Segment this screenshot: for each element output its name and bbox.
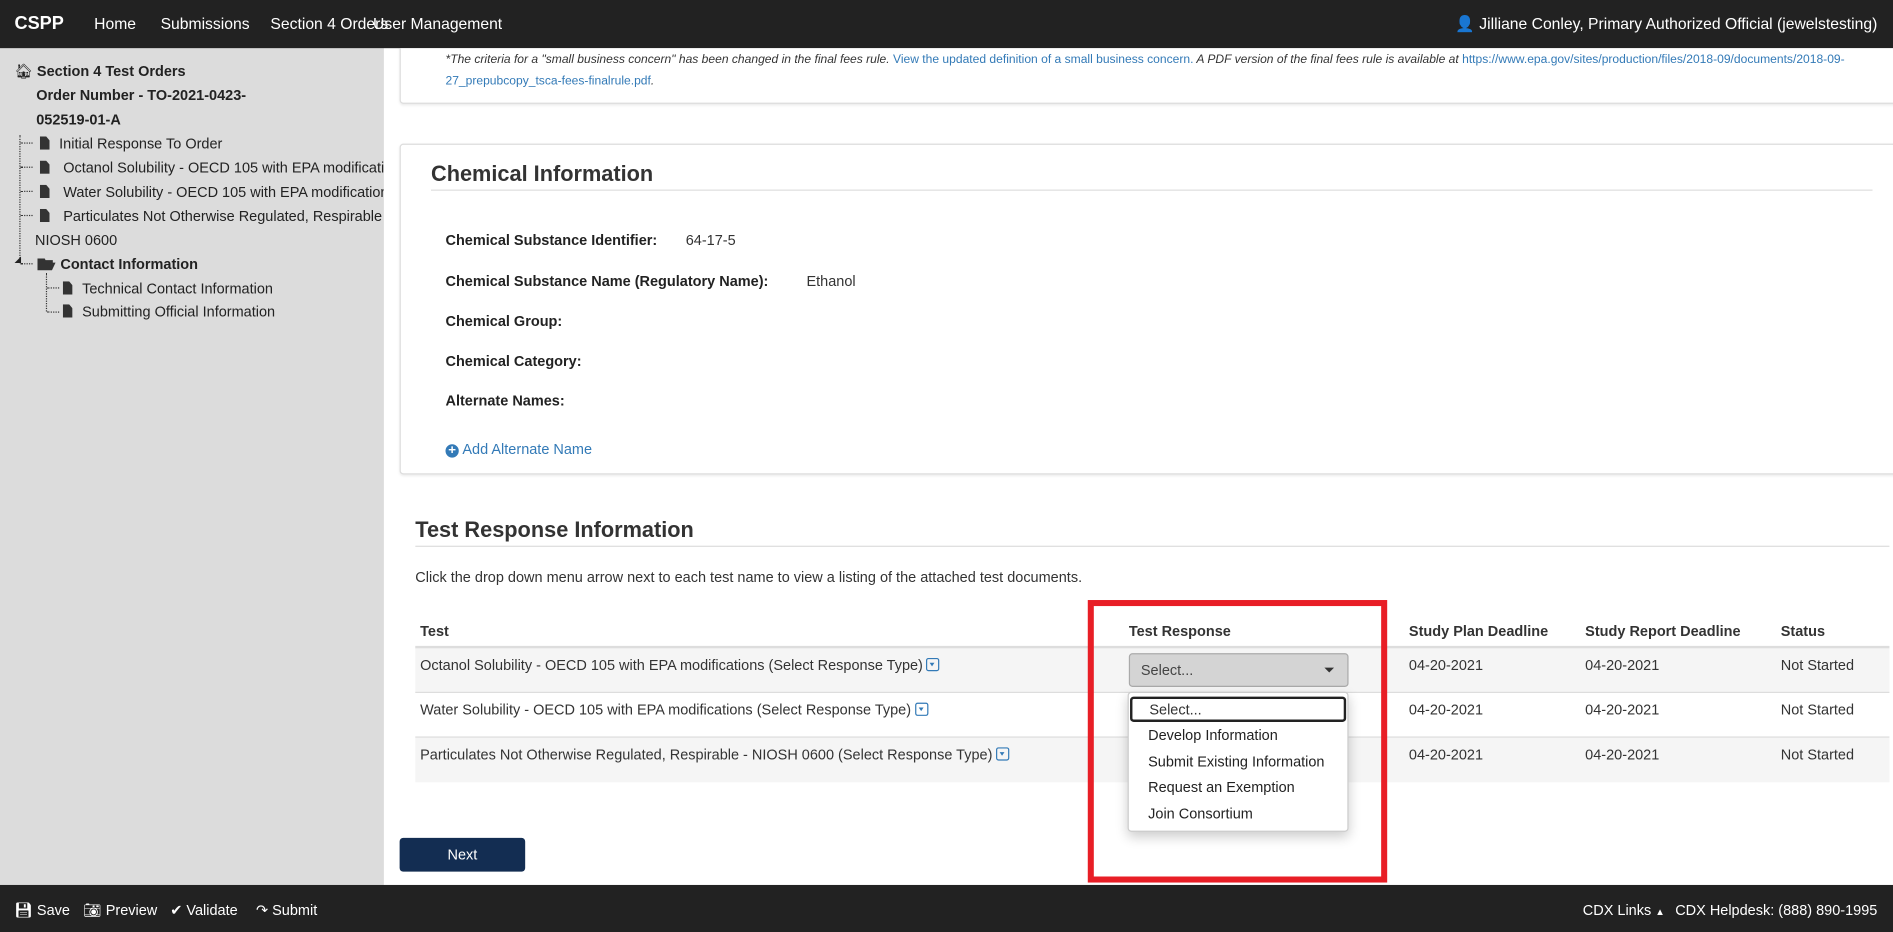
nav-section4-orders[interactable]: Section 4 Orders: [270, 14, 388, 32]
col-study-plan-deadline: Study Plan Deadline: [1408, 622, 1549, 640]
order-number: Order Number - TO-2021-0423-: [36, 86, 247, 104]
fees-notice: *The criteria for a "small business conc…: [445, 53, 1845, 89]
caret-up-icon: ▲: [1655, 906, 1665, 918]
report-deadline: 04-20-2021: [1585, 701, 1660, 719]
test-name[interactable]: Water Solubility - OECD 105 with EPA mod…: [420, 701, 928, 718]
file-icon: [62, 281, 73, 295]
notice-panel: *The criteria for a "small business conc…: [399, 48, 1893, 104]
tree-folder-contact[interactable]: Contact Information: [37, 256, 198, 273]
tree-item-particulates-cont[interactable]: NIOSH 0600: [35, 232, 117, 249]
col-test: Test: [420, 622, 449, 640]
order-number-cont: 052519-01-A: [36, 111, 121, 128]
brand-logo[interactable]: CSPP: [14, 13, 63, 34]
check-icon: ✔: [170, 901, 183, 919]
test-name[interactable]: Particulates Not Otherwise Regulated, Re…: [420, 746, 1010, 763]
tree-line: [19, 135, 21, 264]
tree-item-particulates[interactable]: Particulates Not Otherwise Regulated, Re…: [39, 208, 391, 225]
share-icon: ↷: [255, 901, 269, 919]
status: Not Started: [1780, 701, 1855, 719]
add-alternate-name-link[interactable]: + Add Alternate Name: [445, 441, 592, 458]
save-button[interactable]: 💾︎ Save: [14, 902, 69, 919]
tree-item-water[interactable]: Water Solubility - OECD 105 with EPA mod…: [39, 184, 396, 200]
cdx-links-menu[interactable]: CDX Links ▲: [1583, 902, 1665, 919]
plus-circle-icon: +: [445, 444, 459, 458]
col-status: Status: [1780, 622, 1826, 640]
field-label: Chemical Substance Identifier:: [445, 231, 658, 249]
plan-deadline: 04-20-2021: [1408, 746, 1484, 764]
tree-item-initial-response[interactable]: Initial Response To Order: [39, 135, 223, 152]
preview-button[interactable]: 📷︎ Preview: [83, 902, 157, 919]
file-icon: [39, 160, 50, 174]
field-label: Alternate Names:: [445, 392, 565, 410]
camera-icon: 📷︎: [83, 901, 102, 919]
file-icon: [39, 184, 50, 198]
file-icon: [62, 304, 73, 318]
field-label: Chemical Group:: [445, 312, 563, 330]
plan-deadline: 04-20-2021: [1408, 701, 1484, 719]
caret-square-down-icon[interactable]: [996, 747, 1010, 761]
footer-toolbar: 💾︎ Save 📷︎ Preview ✔ Validate ↷ Submit C…: [0, 884, 1893, 932]
collapse-toggle-icon[interactable]: ◢: [14, 255, 21, 264]
file-icon: [39, 208, 50, 223]
next-button[interactable]: Next: [399, 837, 526, 872]
test-response-title: Test Response Information: [415, 517, 694, 543]
cdx-helpdesk: CDX Helpdesk: (888) 890-1995: [1675, 901, 1878, 919]
top-nav: CSPP Home Submissions Section 4 Orders U…: [0, 0, 1893, 49]
field-label: Chemical Category:: [445, 352, 582, 370]
tree-root[interactable]: 🏠︎ Section 4 Test Orders: [14, 63, 185, 80]
field-label: Chemical Substance Name (Regulatory Name…: [445, 272, 769, 290]
tree-item-submitting-official[interactable]: Submitting Official Information: [62, 303, 275, 320]
tree-root-label: Section 4 Test Orders: [36, 62, 186, 80]
user-icon: 👤: [1455, 14, 1475, 33]
user-name: Jilliane Conley, Primary Authorized Offi…: [1479, 14, 1878, 33]
status: Not Started: [1780, 746, 1855, 764]
nav-home[interactable]: Home: [94, 14, 136, 32]
caret-square-down-icon[interactable]: [926, 657, 940, 672]
chemical-info-title: Chemical Information: [431, 161, 654, 186]
nav-submissions[interactable]: Submissions: [161, 14, 250, 32]
validate-button[interactable]: ✔ Validate: [170, 902, 237, 919]
plan-deadline: 04-20-2021: [1408, 656, 1484, 674]
tree-item-octanol[interactable]: Octanol Solubility - OECD 105 with EPA m…: [39, 159, 408, 176]
submit-button[interactable]: ↷ Submit: [256, 902, 317, 919]
report-deadline: 04-20-2021: [1585, 746, 1660, 764]
folder-open-icon: [37, 258, 56, 271]
small-business-link[interactable]: View the updated definition of a small b…: [893, 53, 1193, 66]
cas-number: 64-17-5: [685, 231, 736, 249]
col-study-report-deadline: Study Report Deadline: [1585, 622, 1741, 640]
highlight-box: [1087, 600, 1388, 883]
sidebar-tree: 🏠︎ Section 4 Test Orders Order Number - …: [0, 48, 408, 885]
floppy-icon: 💾︎: [14, 901, 33, 919]
user-menu[interactable]: 👤 Jilliane Conley, Primary Authorized Of…: [1455, 14, 1877, 33]
nav-user-management[interactable]: User Management: [373, 14, 502, 32]
file-icon: [39, 136, 50, 150]
substance-name: Ethanol: [806, 272, 856, 290]
status: Not Started: [1780, 656, 1855, 674]
test-name[interactable]: Octanol Solubility - OECD 105 with EPA m…: [420, 657, 940, 674]
test-instructions: Click the drop down menu arrow next to e…: [415, 568, 1083, 586]
chemical-info-panel: Chemical Information Chemical Substance …: [399, 143, 1893, 475]
caret-square-down-icon[interactable]: [914, 702, 928, 716]
tree-item-technical-contact[interactable]: Technical Contact Information: [62, 280, 273, 297]
report-deadline: 04-20-2021: [1585, 656, 1660, 674]
home-icon: 🏠︎: [14, 62, 33, 80]
